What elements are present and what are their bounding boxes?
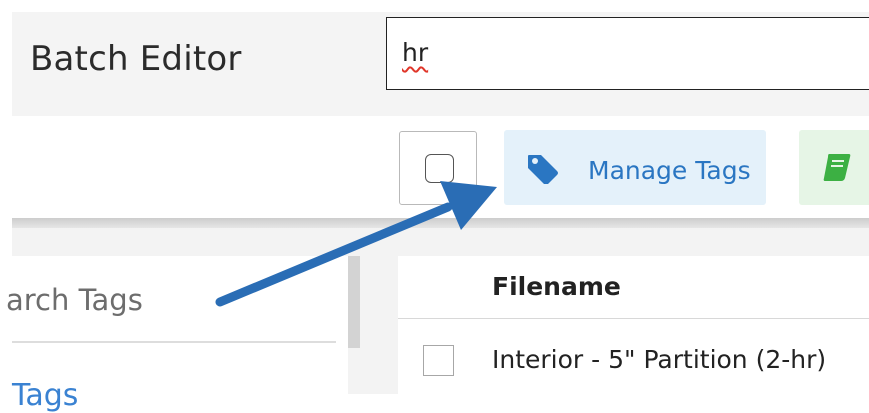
toolbar: Manage Tags bbox=[12, 116, 869, 219]
manage-tags-label: Manage Tags bbox=[588, 156, 751, 185]
manage-tags-button[interactable]: Manage Tags bbox=[504, 130, 766, 205]
select-all-button[interactable] bbox=[399, 131, 477, 205]
select-all-checkbox[interactable] bbox=[425, 154, 454, 183]
sidebar-divider bbox=[12, 341, 336, 343]
table-header-divider bbox=[398, 318, 869, 319]
search-input[interactable]: hr bbox=[386, 17, 869, 90]
tags-sidebar: arch Tags Tags bbox=[6, 256, 348, 413]
row-checkbox[interactable] bbox=[423, 345, 454, 376]
content-area: arch Tags Tags Filename Interior - 5" Pa… bbox=[6, 228, 869, 413]
tag-icon bbox=[528, 155, 558, 184]
book-icon bbox=[823, 154, 851, 181]
file-table: Filename Interior - 5" Partition (2-hr) bbox=[398, 256, 869, 394]
toolbar-divider bbox=[12, 218, 869, 228]
filename-column-header[interactable]: Filename bbox=[492, 272, 621, 301]
book-button[interactable] bbox=[799, 130, 869, 205]
row-filename[interactable]: Interior - 5" Partition (2-hr) bbox=[492, 345, 826, 374]
search-tags-input[interactable]: arch Tags bbox=[6, 283, 143, 317]
app-title: Batch Editor bbox=[30, 39, 242, 79]
sidebar-scrollbar[interactable] bbox=[348, 256, 360, 348]
search-input-value[interactable]: hr bbox=[402, 38, 428, 67]
header-bar: Batch Editor hr bbox=[12, 12, 869, 116]
tags-link[interactable]: Tags bbox=[12, 378, 78, 413]
